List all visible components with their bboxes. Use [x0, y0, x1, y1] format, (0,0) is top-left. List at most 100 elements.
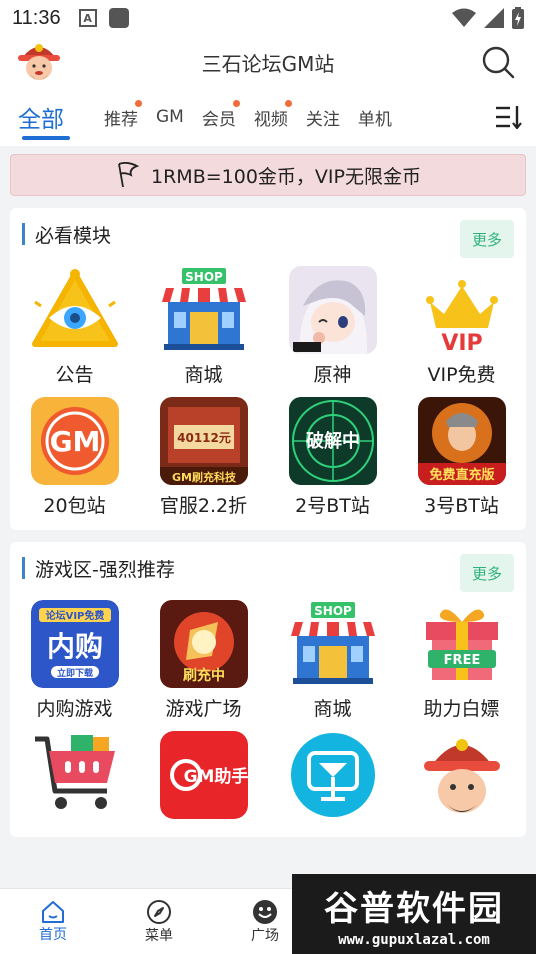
active-tab-indicator	[22, 136, 70, 140]
section-accent-bar	[22, 223, 25, 245]
crack-icon: 破解中	[288, 397, 377, 485]
grid-item-label: 2号BT站	[295, 495, 370, 517]
watermark-url: www.gupuxlazal.com	[338, 931, 490, 948]
free-recharge-text: 免费直充版	[429, 467, 494, 483]
grid-item-label: 游戏广场	[165, 698, 242, 720]
grid-item-official-discount[interactable]: 40112元 GM刷充科技 官服2.2折	[139, 397, 268, 518]
god-of-wealth-avatar-icon[interactable]	[16, 40, 62, 86]
gm-tech-text: GM刷充科技	[172, 470, 237, 484]
grid-item-label: 3号BT站	[424, 495, 499, 517]
grid-item-bt-3[interactable]: 免费直充版 3号BT站	[397, 397, 526, 518]
section-header: 游戏区-强烈推荐	[10, 552, 526, 584]
nav-home[interactable]: 首页	[0, 889, 106, 954]
gm-badge-text: GM	[49, 425, 100, 458]
app-notification-icon	[108, 8, 129, 28]
grid-item-label: 20包站	[43, 495, 106, 517]
grid-item-label: 商城	[184, 364, 223, 386]
nav-label: 广场	[251, 927, 279, 944]
grid-item-notice[interactable]: 公告	[10, 266, 139, 387]
free-label-text: FREE	[443, 653, 480, 668]
tab-follow[interactable]: 关注	[306, 88, 358, 146]
watermark: 谷普软件园 www.gupuxlazal.com	[292, 874, 536, 954]
official-server-icon: 40112元 GM刷充科技	[159, 397, 248, 485]
genshin-icon	[288, 266, 377, 354]
module-grid: 公告 SHOP 商城 原神 VIP VIP免费 GM 20包站 40112元 G…	[10, 266, 526, 518]
tab-gm[interactable]: GM	[156, 88, 202, 146]
grid-item-shop-2[interactable]: SHOP 商城	[268, 600, 397, 721]
grid-item-vip-free[interactable]: VIP VIP免费	[397, 266, 526, 387]
grid-item-shop[interactable]: SHOP 商城	[139, 266, 268, 387]
tab-label: 全部	[18, 107, 64, 133]
tab-video[interactable]: 视频	[254, 88, 306, 146]
new-dot	[284, 100, 292, 107]
status-time: 11:36	[12, 6, 61, 29]
notice-text: 1RMB=100金币，VIP无限金币	[151, 165, 421, 188]
recharge-amount-text: 40112元	[177, 431, 231, 445]
nav-menu[interactable]: 菜单	[106, 889, 212, 954]
grid-item-label: 原神	[313, 364, 352, 386]
game-grid: 论坛VIP免费 内购 立即下载 内购游戏 刷充中 游戏广场 SHOP 商城 FR…	[10, 600, 526, 825]
cocktail-icon	[290, 733, 375, 817]
app-screen: 11:36 A 三石论坛GM站 全部 推荐 GM 会员 视频 关注 单机 1RM…	[0, 0, 536, 954]
smile-icon	[253, 899, 277, 924]
grid-item-bt-2[interactable]: 破解中 2号BT站	[268, 397, 397, 518]
watermark-title: 谷普软件园	[324, 888, 504, 929]
tab-label: 会员	[201, 109, 236, 130]
status-icons	[452, 7, 524, 29]
game-square-icon: 刷充中	[159, 600, 248, 688]
download-text: 立即下载	[56, 667, 92, 679]
signal-icon	[484, 8, 504, 28]
more-button[interactable]: 更多	[460, 220, 514, 258]
grid-item-cocktail[interactable]	[268, 731, 397, 825]
shop-sign-text: SHOP	[314, 604, 352, 618]
shop-icon: SHOP	[290, 602, 375, 684]
must-see-section: 必看模块 更多 公告 SHOP 商城 原神 VIP VIP免费 GM 20包站 …	[10, 208, 526, 530]
search-icon[interactable]	[480, 44, 516, 80]
grid-item-god-of-wealth[interactable]	[397, 731, 526, 825]
home-icon	[42, 900, 64, 923]
status-bar: 11:36 A	[0, 0, 536, 36]
grid-item-in-app-games[interactable]: 论坛VIP免费 内购 立即下载 内购游戏	[10, 600, 139, 721]
nav-label: 菜单	[145, 927, 173, 944]
page-title: 三石论坛GM站	[201, 51, 335, 76]
grid-item-gm-helper[interactable]: GM助手	[139, 731, 268, 825]
eye-pyramid-icon	[31, 269, 118, 347]
shop-sign-text: SHOP	[185, 270, 223, 284]
main-content: 1RMB=100金币，VIP无限金币 必看模块 更多 公告 SHOP 商城 原神…	[0, 154, 536, 837]
notice-banner[interactable]: 1RMB=100金币，VIP无限金币	[10, 154, 526, 196]
game-zone-section: 游戏区-强烈推荐 更多 论坛VIP免费 内购 立即下载 内购游戏 刷充中 游戏广…	[10, 542, 526, 837]
in-app-purchase-icon: 论坛VIP免费 内购 立即下载	[30, 600, 119, 688]
cart-icon	[34, 735, 115, 809]
list-menu-icon	[496, 106, 522, 129]
grid-item-free-ride[interactable]: FREE 助力白嫖	[397, 600, 526, 721]
flag-icon	[118, 162, 140, 188]
grid-item-label: VIP免费	[427, 364, 496, 386]
tab-label: 单机	[357, 109, 392, 130]
grid-item-label: 商城	[313, 698, 352, 720]
more-button[interactable]: 更多	[460, 554, 514, 592]
shop-icon: SHOP	[161, 268, 246, 350]
grid-item-cart[interactable]	[10, 731, 139, 825]
tab-member[interactable]: 会员	[202, 88, 254, 146]
category-tabs: 全部 推荐 GM 会员 视频 关注 单机	[0, 88, 536, 146]
tab-menu-button[interactable]	[482, 88, 536, 146]
new-dot	[135, 100, 142, 107]
grid-item-game-square[interactable]: 刷充中 游戏广场	[139, 600, 268, 721]
gift-free-icon: FREE	[425, 609, 498, 680]
vip-free-text: 论坛VIP免费	[45, 609, 104, 622]
wifi-icon	[452, 8, 476, 27]
section-accent-bar	[22, 557, 25, 579]
tab-label: 视频	[253, 109, 288, 130]
grid-item-label: 公告	[55, 364, 94, 386]
section-title: 必看模块	[35, 224, 112, 247]
neigou-text: 内购	[46, 630, 102, 663]
free-recharge-icon: 免费直充版	[417, 397, 506, 485]
tab-standalone[interactable]: 单机	[358, 88, 410, 146]
tab-recommend[interactable]: 推荐	[104, 88, 156, 146]
gm-badge-icon: GM	[30, 397, 119, 485]
grid-item-label: 官服2.2折	[159, 495, 248, 517]
grid-item-label: 助力白嫖	[423, 698, 500, 720]
grid-item-20-package[interactable]: GM 20包站	[10, 397, 139, 518]
grid-item-genshin[interactable]: 原神	[268, 266, 397, 387]
grid-item-label: 内购游戏	[36, 698, 113, 720]
